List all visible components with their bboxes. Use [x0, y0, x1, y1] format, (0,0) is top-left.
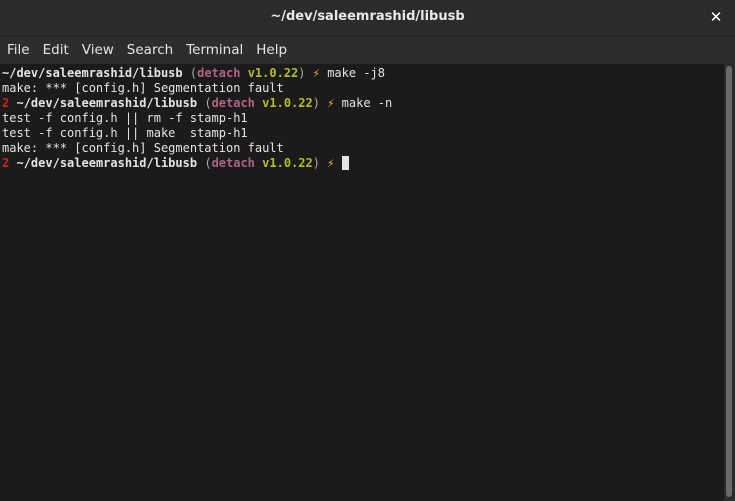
- close-icon: ✕: [709, 8, 723, 26]
- prompt-line: 2 ~/dev/saleemrashid/libusb (detach v1.0…: [0, 96, 724, 111]
- vertical-scrollbar[interactable]: [724, 64, 735, 501]
- text-cursor: [341, 156, 349, 170]
- title-bar[interactable]: ~/dev/saleemrashid/libusb ✕: [0, 0, 735, 37]
- git-branch: detach: [211, 156, 255, 170]
- git-tag: v1.0.22: [247, 66, 299, 80]
- prompt-paren-close: ): [312, 156, 320, 170]
- prompt-paren-open: (: [204, 96, 212, 110]
- menu-file[interactable]: File: [0, 37, 36, 64]
- window-title: ~/dev/saleemrashid/libusb: [270, 9, 465, 24]
- terminal-window: ~/dev/saleemrashid/libusb ✕ File Edit Vi…: [0, 0, 735, 501]
- prompt-path: ~/dev/saleemrashid/libusb: [16, 156, 198, 170]
- menu-search[interactable]: Search: [120, 37, 179, 64]
- menu-edit[interactable]: Edit: [36, 37, 75, 64]
- lightning-icon: ⚡: [327, 156, 335, 170]
- menu-view[interactable]: View: [75, 37, 120, 64]
- prompt-line: 2 ~/dev/saleemrashid/libusb (detach v1.0…: [0, 156, 724, 171]
- git-branch: detach: [197, 66, 241, 80]
- output-line: make: *** [config.h] Segmentation fault: [2, 141, 284, 155]
- output-line: test -f config.h || make stamp-h1: [2, 126, 248, 140]
- prompt-paren-open: (: [189, 66, 198, 80]
- git-tag: v1.0.22: [262, 156, 313, 170]
- prompt-paren-close: ): [298, 66, 306, 80]
- prompt-paren-open: (: [204, 156, 212, 170]
- output-line: make: *** [config.h] Segmentation fault: [2, 81, 284, 95]
- exit-code: 2: [2, 156, 10, 170]
- scrollbar-thumb[interactable]: [726, 66, 732, 497]
- git-branch: detach: [211, 96, 255, 110]
- menu-terminal[interactable]: Terminal: [179, 37, 249, 64]
- lightning-icon: ⚡: [327, 96, 335, 110]
- prompt-path: ~/dev/saleemrashid/libusb: [16, 96, 198, 110]
- command-text: make -j8: [327, 66, 385, 80]
- menu-bar: File Edit View Search Terminal Help: [0, 37, 735, 64]
- output-line: test -f config.h || rm -f stamp-h1: [2, 111, 248, 125]
- command-text: make -n: [341, 96, 393, 110]
- menu-help[interactable]: Help: [249, 37, 293, 64]
- git-tag: v1.0.22: [262, 96, 313, 110]
- prompt-paren-close: ): [312, 96, 320, 110]
- lightning-icon: ⚡: [312, 66, 320, 80]
- exit-code: 2: [2, 96, 10, 110]
- prompt-path: ~/dev/saleemrashid/libusb: [2, 66, 183, 80]
- terminal-output-area[interactable]: ~/dev/saleemrashid/libusb (detach v1.0.2…: [0, 64, 724, 501]
- close-button[interactable]: ✕: [707, 8, 725, 26]
- prompt-line: ~/dev/saleemrashid/libusb (detach v1.0.2…: [0, 66, 724, 81]
